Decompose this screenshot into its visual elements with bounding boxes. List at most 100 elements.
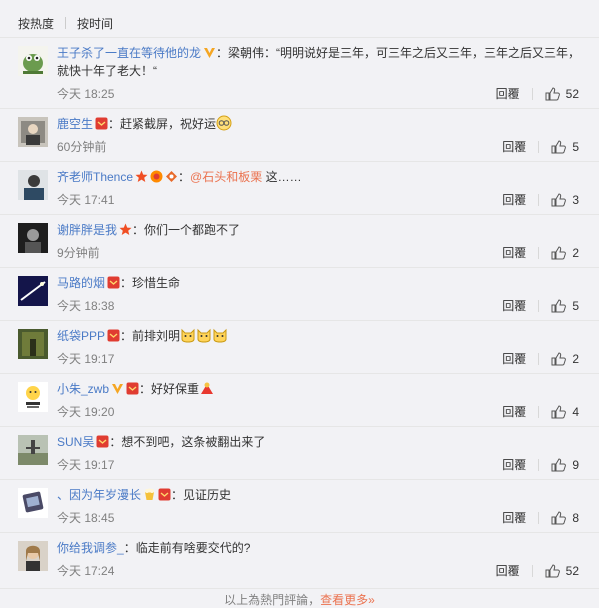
comment-item: 、因为年岁漫长 ：见证历史 今天 18:45 回覆 8 bbox=[0, 479, 599, 532]
like-count: 5 bbox=[572, 139, 579, 154]
comment-actions: 回覆 2 bbox=[502, 244, 579, 261]
comment-actions: 回覆 5 bbox=[502, 138, 579, 155]
like-button[interactable]: 5 bbox=[551, 299, 579, 313]
reply-button[interactable]: 回覆 bbox=[496, 85, 520, 102]
comment-text: 鹿空生 ：赶紧截屏，祝好运 bbox=[57, 115, 587, 133]
reply-button[interactable]: 回覆 bbox=[502, 297, 526, 314]
like-button[interactable]: 8 bbox=[551, 511, 579, 525]
like-count: 9 bbox=[572, 457, 579, 472]
divider bbox=[538, 140, 540, 153]
sort-by-hot-tab[interactable]: 按热度 bbox=[18, 15, 54, 32]
like-count: 2 bbox=[572, 245, 579, 260]
username[interactable]: 齐老师Thence bbox=[57, 170, 133, 184]
username[interactable]: 纸袋PPP bbox=[57, 329, 105, 343]
reply-button[interactable]: 回覆 bbox=[502, 403, 526, 420]
comment-body: 这…… bbox=[262, 170, 302, 184]
like-count: 4 bbox=[572, 404, 579, 419]
username[interactable]: 鹿空生 bbox=[57, 117, 93, 131]
avatar[interactable] bbox=[18, 223, 48, 253]
reply-button[interactable]: 回覆 bbox=[496, 562, 520, 579]
like-button[interactable]: 2 bbox=[551, 352, 579, 366]
like-count: 52 bbox=[565, 86, 579, 101]
avatar[interactable] bbox=[18, 541, 48, 571]
username[interactable]: 王子杀了一直在等待他的龙 bbox=[57, 46, 201, 60]
like-button[interactable]: 52 bbox=[545, 564, 579, 578]
like-button[interactable]: 9 bbox=[551, 458, 579, 472]
comment-item: 马路的烟 ：珍惜生命 今天 18:38 回覆 5 bbox=[0, 267, 599, 320]
comment-time: 今天 17:24 bbox=[57, 564, 115, 578]
avatar[interactable] bbox=[18, 46, 48, 76]
comment-body: 见证历史 bbox=[183, 488, 232, 502]
mention-link[interactable]: @石头和板栗 bbox=[190, 170, 262, 184]
comment-text: 马路的烟 ：珍惜生命 bbox=[57, 276, 181, 290]
avatar[interactable] bbox=[18, 170, 48, 200]
comment-body: 好好保重 bbox=[151, 382, 200, 396]
comment-item: 纸袋PPP ：前排刘明 今天 19:17 回覆 2 bbox=[0, 320, 599, 373]
thumbs-up-icon bbox=[551, 245, 567, 259]
comment-text: 你给我调参_：临走前有啥要交代的? bbox=[57, 541, 251, 555]
thumbs-up-icon bbox=[551, 298, 567, 312]
like-button[interactable]: 3 bbox=[551, 193, 579, 207]
avatar[interactable] bbox=[18, 435, 48, 465]
like-count: 5 bbox=[572, 298, 579, 313]
gift-emoji-icon bbox=[199, 380, 215, 396]
emoji-icon bbox=[216, 115, 232, 131]
comment-text: 齐老师Thence ：@石头和板栗 这…… bbox=[57, 170, 302, 184]
cat-emoji-icon bbox=[180, 327, 196, 343]
username[interactable]: 你给我调参_ bbox=[57, 541, 124, 555]
thumbs-up-icon bbox=[551, 457, 567, 471]
divider bbox=[538, 299, 540, 312]
comment-time: 今天 18:38 bbox=[57, 299, 115, 313]
username[interactable]: 谢胖胖是我 bbox=[57, 223, 117, 237]
reply-button[interactable]: 回覆 bbox=[502, 191, 526, 208]
avatar[interactable] bbox=[18, 382, 48, 412]
reply-button[interactable]: 回覆 bbox=[502, 456, 526, 473]
comment-item: SUN吴 ：想不到吧，这条被翻出来了 今天 19:17 回覆 9 bbox=[0, 426, 599, 479]
vip-icon bbox=[111, 382, 124, 395]
cat-emoji-icon bbox=[196, 327, 212, 343]
comment-body: 赶紧截屏，祝好运 bbox=[120, 117, 217, 131]
red-badge-icon bbox=[95, 117, 108, 130]
avatar[interactable] bbox=[18, 276, 48, 306]
vip-icon bbox=[203, 46, 216, 59]
thumbs-up-icon bbox=[545, 86, 560, 100]
username[interactable]: 小朱_zwb bbox=[57, 382, 109, 396]
comment-body: 前排刘明 bbox=[132, 329, 181, 343]
sort-by-time-tab[interactable]: 按时间 bbox=[77, 15, 113, 32]
comment-time: 今天 17:41 bbox=[57, 193, 115, 207]
reply-button[interactable]: 回覆 bbox=[502, 138, 526, 155]
comment-body: 你们一个都跑不了 bbox=[144, 223, 241, 237]
comment-item: 鹿空生 ：赶紧截屏，祝好运 60分钟前 回覆 5 bbox=[0, 108, 599, 161]
divider bbox=[538, 246, 540, 259]
footer-text: 以上為熱門評論， bbox=[224, 593, 321, 607]
comment-actions: 回覆 2 bbox=[502, 350, 579, 367]
avatar[interactable] bbox=[18, 329, 48, 359]
thumbs-up-icon bbox=[551, 351, 567, 365]
username[interactable]: SUN吴 bbox=[57, 435, 94, 449]
divider bbox=[538, 458, 540, 471]
thumbs-up-icon bbox=[551, 139, 567, 153]
like-button[interactable]: 5 bbox=[551, 140, 579, 154]
avatar[interactable] bbox=[18, 117, 48, 147]
comment-actions: 回覆 9 bbox=[502, 456, 579, 473]
username[interactable]: 、因为年岁漫长 bbox=[57, 488, 141, 502]
reply-button[interactable]: 回覆 bbox=[502, 509, 526, 526]
reply-button[interactable]: 回覆 bbox=[502, 350, 526, 367]
comment-item: 王子杀了一直在等待他的龙 ：梁朝伟：“明明说好是三年，可三年之后又三年，三年之后又… bbox=[0, 37, 599, 108]
star-icon bbox=[119, 223, 132, 236]
reply-button[interactable]: 回覆 bbox=[502, 244, 526, 261]
divider bbox=[538, 511, 540, 524]
red-badge-icon bbox=[158, 488, 171, 501]
like-button[interactable]: 52 bbox=[545, 87, 579, 101]
red-badge-icon bbox=[96, 435, 109, 448]
like-count: 3 bbox=[572, 192, 579, 207]
view-more-link[interactable]: 查看更多» bbox=[320, 593, 375, 607]
username[interactable]: 马路的烟 bbox=[57, 276, 105, 290]
thumbs-up-icon bbox=[551, 404, 567, 418]
comment-text: 小朱_zwb ：好好保重 bbox=[57, 380, 587, 398]
avatar[interactable] bbox=[18, 488, 48, 518]
comment-body: 想不到吧，这条被翻出来了 bbox=[121, 435, 266, 449]
comment-text: 谢胖胖是我 ：你们一个都跑不了 bbox=[57, 223, 241, 237]
like-button[interactable]: 2 bbox=[551, 246, 579, 260]
like-button[interactable]: 4 bbox=[551, 405, 579, 419]
